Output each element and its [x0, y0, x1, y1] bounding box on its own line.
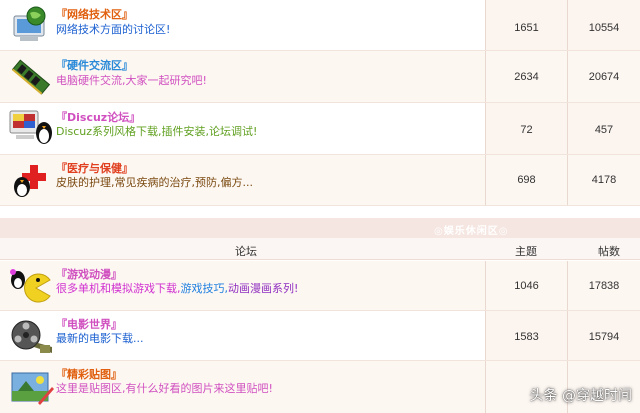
forum-description: 很多单机和模拟游戏下载,游戏技巧,动画漫画系列!	[56, 280, 298, 296]
forum-description: 最新的电影下载...	[56, 332, 144, 345]
header-posts: 帖数	[598, 245, 620, 258]
header-topics: 主题	[515, 245, 537, 258]
forum-row: 『Discuz论坛』 Discuz系列风格下载,插件安装,论坛调试! 72 45…	[0, 103, 640, 155]
posts-cell: 15794	[568, 311, 640, 360]
forum-cell: 『精彩贴图』 这里是贴图区,有什么好看的图片来这里贴吧!	[0, 361, 485, 413]
posts-count: 4178	[591, 174, 617, 186]
forum-description: 皮肤的护理,常见疾病的治疗,预防,偏方...	[56, 176, 253, 189]
paint-picture-icon	[11, 372, 54, 405]
topics-cell: 1046	[485, 261, 568, 310]
posts-count: 20674	[588, 71, 620, 83]
topics-cell: 1583	[485, 311, 568, 360]
posts-count: 457	[594, 124, 614, 136]
topics-count: 1583	[514, 331, 539, 343]
forum-cell: 『电影世界』 最新的电影下载...	[0, 311, 485, 360]
topics-cell: 698	[485, 155, 568, 205]
forum-row: 『网络技术区』 网络技术方面的讨论区! 1651 10554	[0, 0, 640, 51]
category-title[interactable]: ◎娱乐休闲区◎	[434, 222, 508, 237]
posts-cell: 457	[568, 103, 640, 154]
watermark: 头条 @穿越时间	[530, 385, 632, 405]
forum-cell: 『Discuz论坛』 Discuz系列风格下载,插件安装,论坛调试!	[0, 103, 485, 154]
forum-description-part: 很多单机和模拟游戏下载,	[56, 282, 181, 295]
forum-description-link[interactable]: 游戏技巧,	[181, 282, 229, 295]
column-headers: 论坛 主题 帖数	[0, 238, 640, 260]
watermark-text: 头条 @穿越时间	[529, 388, 632, 404]
category-header[interactable]: ◎娱乐休闲区◎	[0, 218, 640, 238]
topics-count: 698	[517, 174, 536, 186]
header-forum: 论坛	[235, 245, 257, 258]
section-gap	[0, 206, 640, 218]
forum-description: 电脑硬件交流,大家一起研究吧!	[56, 74, 207, 87]
forum-title[interactable]: 『硬件交流区』	[56, 57, 133, 73]
posts-count: 15794	[588, 331, 620, 343]
forum-cell: 『游戏动漫』 很多单机和模拟游戏下载,游戏技巧,动画漫画系列!	[0, 261, 485, 310]
posts-count: 17838	[588, 280, 620, 292]
posts-cell: 20674	[568, 51, 640, 102]
forum-description: 这里是贴图区,有什么好看的图片来这里贴吧!	[56, 382, 273, 395]
computer-penguin-icon	[9, 110, 52, 144]
forum-row: 『硬件交流区』 电脑硬件交流,大家一起研究吧! 2634 20674	[0, 51, 640, 103]
pacman-penguin-icon	[10, 269, 51, 303]
forum-row: 『电影世界』 最新的电影下载... 1583 15794	[0, 311, 640, 361]
film-reel-icon	[11, 320, 52, 353]
penguin-medical-cross-icon	[14, 165, 46, 197]
posts-cell: 4178	[568, 155, 640, 205]
posts-cell: 17838	[568, 261, 640, 310]
forum-row: 『游戏动漫』 很多单机和模拟游戏下载,游戏技巧,动画漫画系列! 1046 178…	[0, 261, 640, 311]
forum-description: Discuz系列风格下载,插件安装,论坛调试!	[56, 125, 258, 138]
forum-description: 网络技术方面的讨论区!	[56, 23, 171, 36]
topics-cell: 1651	[485, 0, 568, 50]
memory-chip-icon	[11, 59, 51, 95]
topics-count: 2634	[514, 71, 539, 83]
forum-row: 『医疗与保健』 皮肤的护理,常见疾病的治疗,预防,偏方... 698 4178	[0, 155, 640, 206]
topics-cell: 72	[485, 103, 568, 154]
topics-count: 1651	[514, 22, 539, 34]
topics-count: 72	[520, 124, 533, 136]
topics-count: 1046	[514, 280, 539, 292]
forum-cell: 『网络技术区』 网络技术方面的讨论区!	[0, 0, 485, 50]
forum-cell: 『医疗与保健』 皮肤的护理,常见疾病的治疗,预防,偏方...	[0, 155, 485, 205]
posts-count: 10554	[588, 22, 620, 34]
topics-cell: 2634	[485, 51, 568, 102]
forum-cell: 『硬件交流区』 电脑硬件交流,大家一起研究吧!	[0, 51, 485, 102]
posts-cell: 10554	[568, 0, 640, 50]
forum-title[interactable]: 『网络技术区』	[56, 6, 133, 22]
forum-description-part: 动画漫画系列!	[228, 282, 299, 295]
network-computer-icon	[13, 6, 46, 41]
